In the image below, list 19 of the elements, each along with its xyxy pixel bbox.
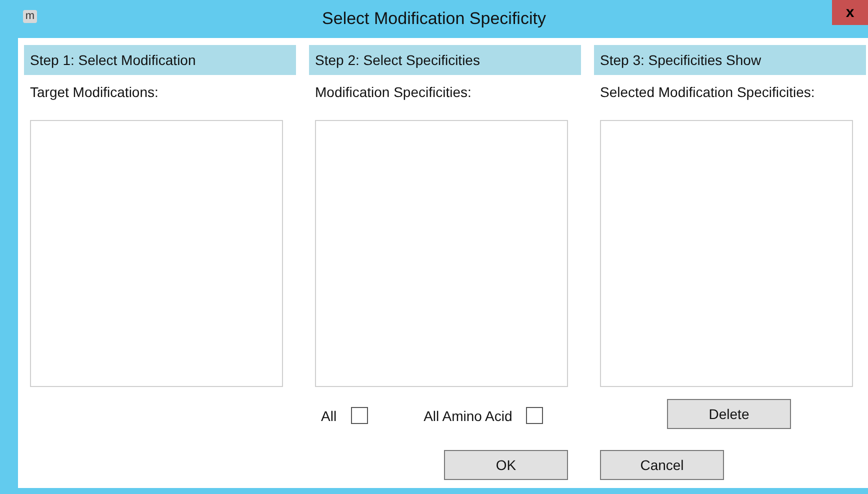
list-label: Target Modifications: bbox=[30, 83, 160, 102]
window-title: Select Modification Specificity bbox=[322, 8, 546, 30]
list-box[interactable] bbox=[600, 120, 853, 387]
checkbox-label: All bbox=[321, 407, 337, 425]
checkbox[interactable] bbox=[350, 407, 368, 424]
checkbox[interactable] bbox=[526, 407, 544, 424]
step-header: Step 1: Select Modification bbox=[24, 45, 296, 75]
delete-button[interactable]: Delete bbox=[667, 399, 791, 429]
cancel-button[interactable]: Cancel bbox=[600, 450, 724, 480]
app-icon: m bbox=[23, 10, 37, 23]
checkbox-label: All Amino Acid bbox=[424, 407, 512, 425]
list-box[interactable] bbox=[315, 120, 568, 387]
step-header: Step 3: Specificities Show bbox=[594, 45, 866, 75]
list-label: Modification Specificities: bbox=[315, 83, 472, 102]
close-button[interactable]: x bbox=[832, 0, 868, 25]
list-box[interactable] bbox=[30, 120, 283, 387]
ok-button[interactable]: OK bbox=[444, 450, 568, 480]
step-header: Step 2: Select Specificities bbox=[309, 45, 581, 75]
list-label: Selected Modification Specificities: bbox=[600, 83, 816, 102]
